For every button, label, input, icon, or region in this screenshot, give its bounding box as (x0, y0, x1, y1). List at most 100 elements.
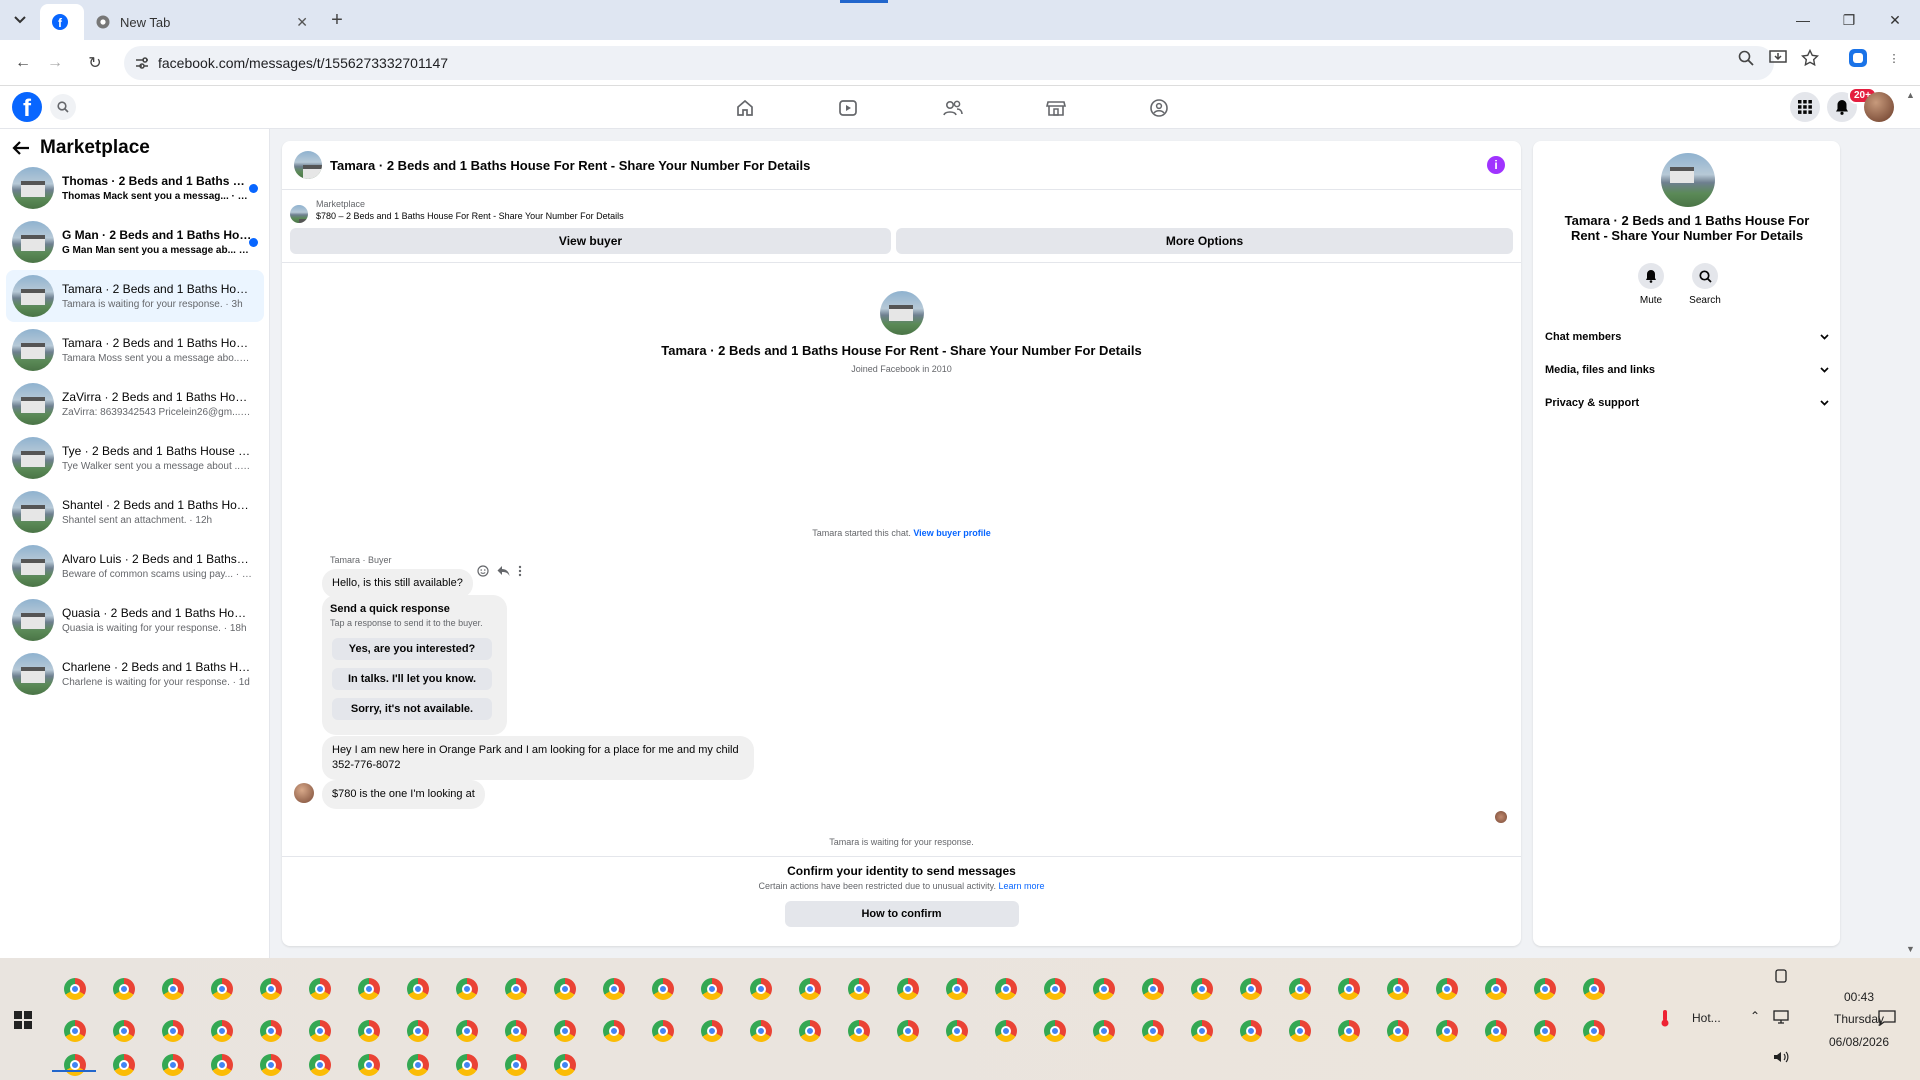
taskbar-chrome-icon[interactable] (554, 1054, 576, 1076)
clock-time[interactable]: 00:43 (1824, 990, 1894, 1004)
taskbar-chrome-icon[interactable] (652, 1020, 674, 1042)
menu-grid-icon[interactable] (1790, 92, 1820, 122)
mute-button[interactable]: Mute (1631, 263, 1671, 306)
taskbar-chrome-icon[interactable] (1191, 1020, 1213, 1042)
taskbar-chrome-icon[interactable] (554, 1020, 576, 1042)
conversation-item[interactable]: ZaVirra · 2 Beds and 1 Baths House... ZaV… (6, 378, 264, 430)
privacy-support-row[interactable]: Privacy & support (1545, 393, 1829, 413)
taskbar-chrome-icon[interactable] (456, 1054, 478, 1076)
media-files-links-row[interactable]: Media, files and links (1545, 360, 1829, 380)
taskbar-chrome-icon[interactable] (211, 978, 233, 1000)
show-hidden-icons-chevron-icon[interactable]: ⌃ (1750, 1009, 1760, 1023)
taskbar-chrome-icon[interactable] (946, 978, 968, 1000)
taskbar-chrome-icon[interactable] (603, 1020, 625, 1042)
taskbar-chrome-icon[interactable] (1044, 1020, 1066, 1042)
taskbar-chrome-icon[interactable] (1485, 1020, 1507, 1042)
video-icon[interactable] (836, 97, 860, 119)
taskbar-chrome-icon[interactable] (848, 1020, 870, 1042)
reply-icon[interactable] (497, 565, 510, 577)
friends-icon[interactable] (941, 97, 965, 119)
taskbar-chrome-icon[interactable] (64, 1020, 86, 1042)
tab-new-tab[interactable]: New Tab ✕ (84, 4, 320, 40)
clock-date[interactable]: 06/08/2026 (1814, 1035, 1904, 1049)
search-button[interactable]: Search (1685, 263, 1725, 306)
taskbar-chrome-icon[interactable] (1240, 1020, 1262, 1042)
quick-response-in-talks[interactable]: In talks. I'll let you know. (332, 668, 492, 690)
taskbar-chrome-icon[interactable] (897, 1020, 919, 1042)
taskbar-chrome-icon[interactable] (113, 1020, 135, 1042)
how-to-confirm-button[interactable]: How to confirm (784, 901, 1019, 927)
taskbar-chrome-icon[interactable] (260, 978, 282, 1000)
facebook-logo[interactable]: f (12, 92, 42, 122)
taskbar-chrome-icon[interactable] (1289, 1020, 1311, 1042)
message-bubble[interactable]: $780 is the one I'm looking at (322, 780, 485, 809)
taskbar-chrome-icon[interactable] (358, 978, 380, 1000)
taskbar-chrome-icon[interactable] (358, 1054, 380, 1076)
taskbar-chrome-icon[interactable] (799, 978, 821, 1000)
taskbar-chrome-icon[interactable] (1436, 1020, 1458, 1042)
message-bubble[interactable]: Hello, is this still available? (322, 569, 473, 598)
taskbar-chrome-icon[interactable] (407, 978, 429, 1000)
notification-center-icon[interactable] (1878, 1010, 1896, 1026)
taskbar-chrome-icon[interactable] (701, 978, 723, 1000)
taskbar-chrome-icon[interactable] (1534, 1020, 1556, 1042)
taskbar-chrome-icon[interactable] (1142, 978, 1164, 1000)
search-icon[interactable] (50, 94, 76, 120)
message-bubble[interactable]: Hey I am new here in Orange Park and I a… (322, 736, 754, 780)
taskbar-chrome-icon[interactable] (603, 978, 625, 1000)
site-info-icon[interactable] (134, 55, 150, 71)
taskbar-chrome-icon[interactable] (1583, 978, 1605, 1000)
reload-icon[interactable]: ↻ (82, 50, 108, 76)
taskbar-chrome-icon[interactable] (211, 1054, 233, 1076)
taskbar-chrome-icon[interactable] (162, 1020, 184, 1042)
taskbar-chrome-icon[interactable] (64, 1054, 86, 1076)
tablet-mode-icon[interactable] (1774, 969, 1788, 983)
back-arrow-icon[interactable]: ← (10, 50, 36, 76)
omnibox[interactable]: facebook.com/messages/t/1556273332701147 (124, 46, 1774, 80)
taskbar-chrome-icon[interactable] (260, 1054, 282, 1076)
browser-menu-icon[interactable]: ⋮ (1884, 48, 1904, 68)
taskbar-chrome-icon[interactable] (162, 978, 184, 1000)
temperature-icon[interactable] (1660, 1009, 1670, 1027)
view-buyer-profile-link[interactable]: View buyer profile (913, 528, 990, 538)
install-app-icon[interactable] (1768, 48, 1788, 68)
taskbar-chrome-icon[interactable] (995, 1020, 1017, 1042)
chat-members-row[interactable]: Chat members (1545, 327, 1829, 347)
conversation-item[interactable]: G Man · 2 Beds and 1 Baths Hous... G Man … (6, 216, 264, 268)
taskbar-chrome-icon[interactable] (701, 1020, 723, 1042)
buyer-avatar[interactable] (294, 783, 314, 803)
more-options-button[interactable]: More Options (896, 228, 1513, 254)
taskbar-chrome-icon[interactable] (1534, 978, 1556, 1000)
taskbar-chrome-icon[interactable] (162, 1054, 184, 1076)
taskbar-chrome-icon[interactable] (750, 978, 772, 1000)
taskbar-chrome-icon[interactable] (113, 1054, 135, 1076)
conversation-item[interactable]: Shantel · 2 Beds and 1 Baths Hous... Shan… (6, 486, 264, 538)
conversation-item-active[interactable]: Tamara · 2 Beds and 1 Baths House... Tama… (6, 270, 264, 322)
taskbar-chrome-icon[interactable] (309, 1020, 331, 1042)
taskbar-chrome-icon[interactable] (407, 1020, 429, 1042)
taskbar-chrome-icon[interactable] (1142, 1020, 1164, 1042)
taskbar-chrome-icon[interactable] (1485, 978, 1507, 1000)
taskbar-chrome-icon[interactable] (1289, 978, 1311, 1000)
conversation-item[interactable]: Tye · 2 Beds and 1 Baths House For... Tye… (6, 432, 264, 484)
taskbar-chrome-icon[interactable] (1044, 978, 1066, 1000)
chat-thumbnail[interactable] (294, 151, 322, 179)
more-actions-icon[interactable] (518, 565, 522, 577)
conversation-item[interactable]: Charlene · 2 Beds and 1 Baths Hou... Char… (6, 648, 264, 700)
scroll-down-arrow-icon[interactable]: ▼ (1906, 944, 1915, 954)
taskbar-chrome-icon[interactable] (1093, 1020, 1115, 1042)
quick-response-not-available[interactable]: Sorry, it's not available. (332, 698, 492, 720)
learn-more-link[interactable]: Learn more (998, 881, 1044, 891)
groups-icon[interactable] (1147, 97, 1171, 119)
tab-search-chevron-icon[interactable] (8, 8, 32, 32)
weather-text[interactable]: Hot... (1692, 1011, 1721, 1025)
taskbar-chrome-icon[interactable] (799, 1020, 821, 1042)
taskbar-chrome-icon[interactable] (652, 978, 674, 1000)
zoom-icon[interactable] (1736, 48, 1756, 68)
taskbar-chrome-icon[interactable] (309, 978, 331, 1000)
taskbar-chrome-icon[interactable] (358, 1020, 380, 1042)
taskbar-chrome-icon[interactable] (1387, 978, 1409, 1000)
taskbar-chrome-icon[interactable] (1240, 978, 1262, 1000)
taskbar-chrome-icon[interactable] (946, 1020, 968, 1042)
taskbar-chrome-icon[interactable] (456, 978, 478, 1000)
